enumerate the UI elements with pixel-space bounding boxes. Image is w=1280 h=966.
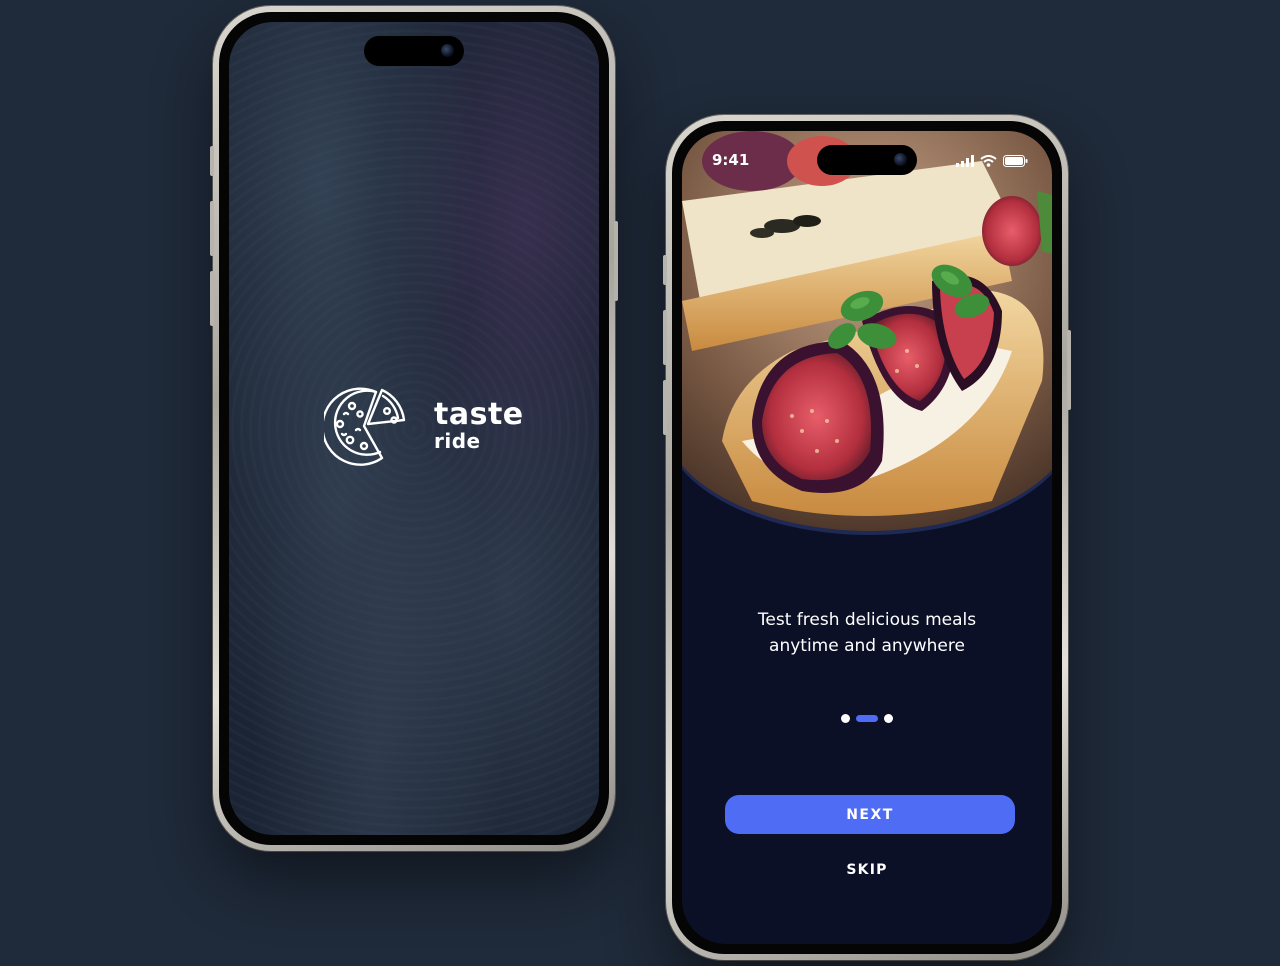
volume-down-button xyxy=(663,380,667,435)
onboarding-phone: 9:41 Test fresh delicious meals anytime … xyxy=(663,115,1071,960)
tagline-line-1: Test fresh delicious meals xyxy=(757,610,977,630)
next-button[interactable]: NEXT xyxy=(725,795,1015,834)
brand-name-top: taste xyxy=(434,397,524,432)
power-button xyxy=(1067,330,1071,410)
camera-icon xyxy=(441,44,454,57)
silent-switch xyxy=(210,146,214,176)
pizza-slice-icon xyxy=(324,387,406,466)
page-indicator xyxy=(841,714,893,723)
volume-up-button xyxy=(210,201,214,256)
splash-screen: taste ride xyxy=(229,22,599,835)
phone-bezel: 9:41 Test fresh delicious meals anytime … xyxy=(672,121,1062,954)
battery-icon xyxy=(1003,155,1028,167)
volume-up-button xyxy=(663,310,667,365)
app-logo: taste ride xyxy=(324,384,524,468)
brand-name-bottom: ride xyxy=(434,429,481,453)
power-button xyxy=(614,221,618,301)
silent-switch xyxy=(663,255,667,285)
dynamic-island xyxy=(364,36,464,66)
wifi-icon xyxy=(980,155,997,167)
skip-button[interactable]: SKIP xyxy=(682,861,1052,879)
volume-down-button xyxy=(210,271,214,326)
page-dot-active[interactable] xyxy=(856,715,878,722)
hero-food-photo xyxy=(682,131,1052,531)
tagline-line-2: anytime and anywhere xyxy=(769,636,965,656)
phone-bezel: taste ride xyxy=(219,12,609,845)
page-dot[interactable] xyxy=(884,714,893,723)
fig-bruschetta-photo xyxy=(682,131,1052,531)
splash-phone: taste ride xyxy=(210,6,618,851)
status-bar: 9:41 xyxy=(682,151,1052,171)
page-dot[interactable] xyxy=(841,714,850,723)
signal-icon xyxy=(956,155,974,167)
onboarding-tagline: Test fresh delicious meals anytime and a… xyxy=(682,607,1052,659)
onboarding-screen: 9:41 Test fresh delicious meals anytime … xyxy=(682,131,1052,944)
status-time: 9:41 xyxy=(712,151,750,169)
